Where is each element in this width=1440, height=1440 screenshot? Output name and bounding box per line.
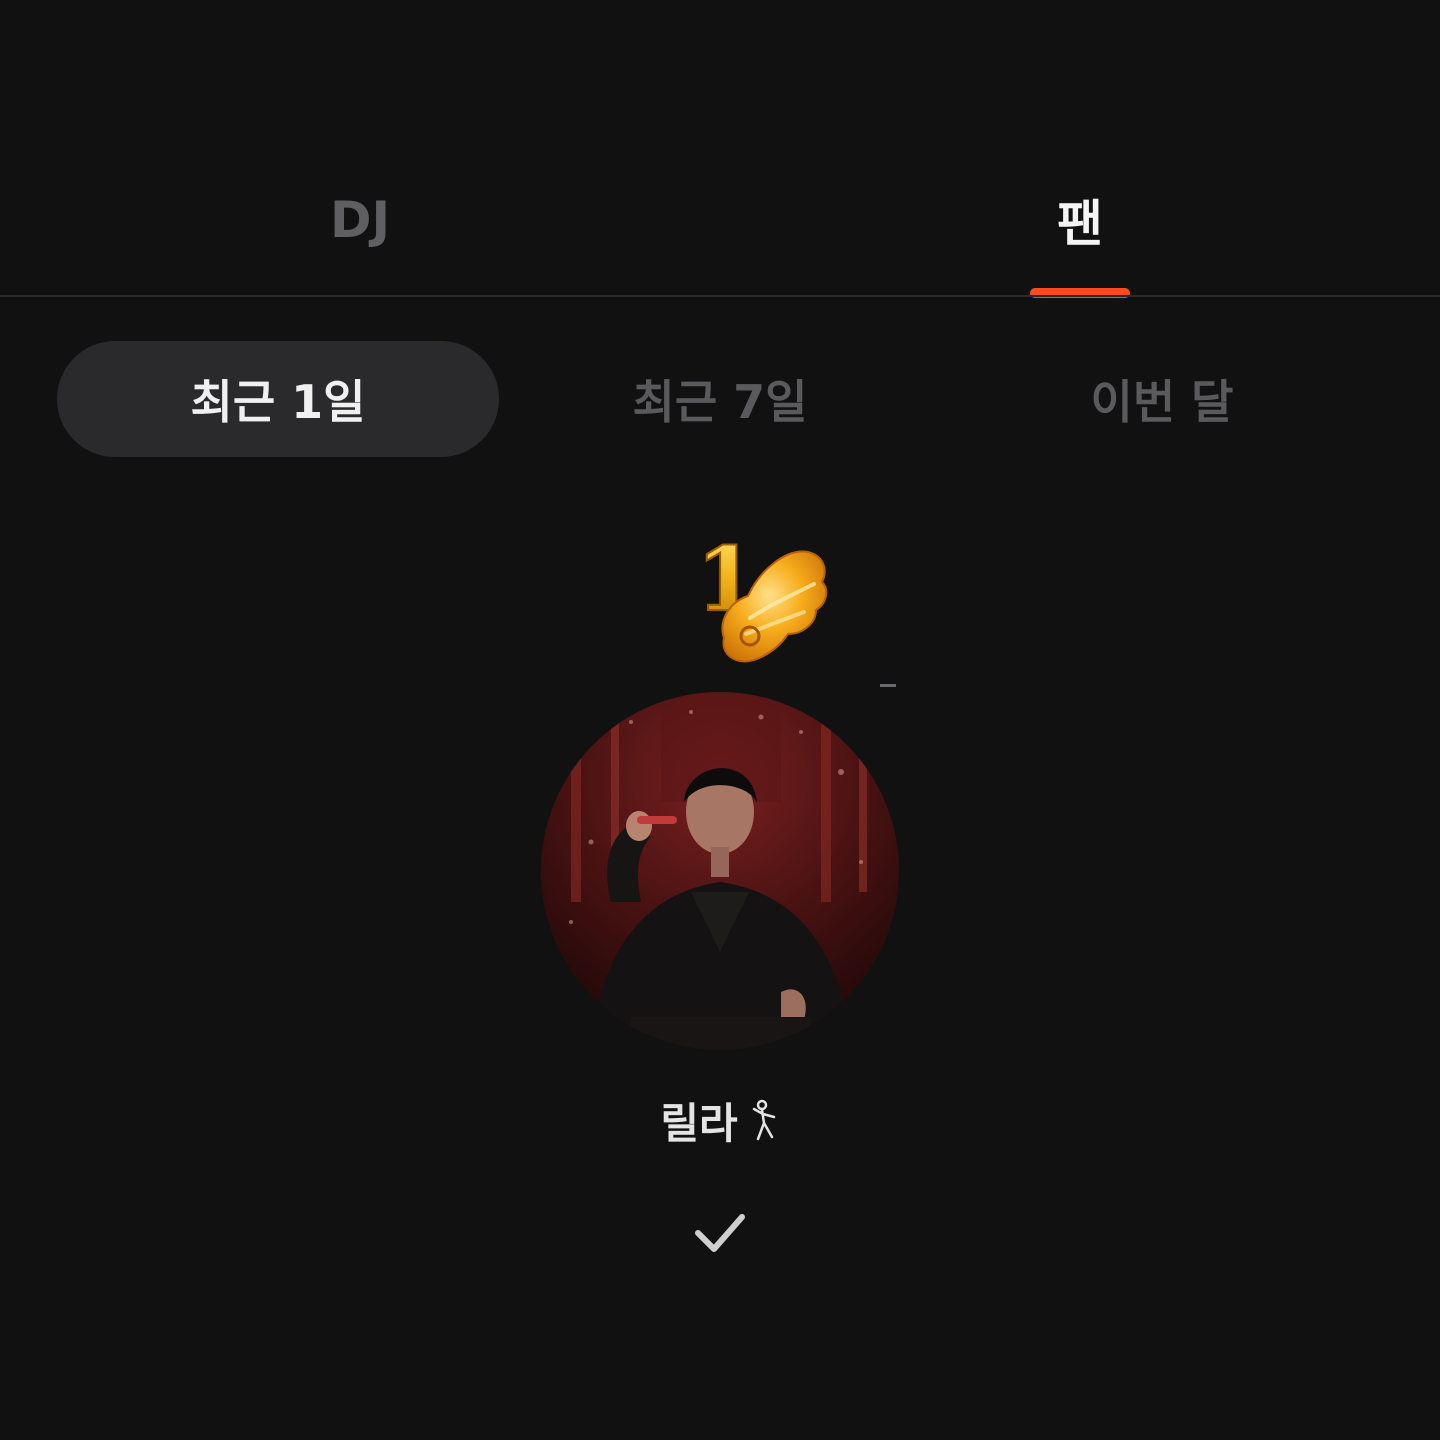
period-tab-this-month[interactable]: 이번 달 <box>941 341 1383 457</box>
dancing-figure-icon <box>752 1099 775 1140</box>
period-tab-7-days-label: 최근 7일 <box>632 375 808 429</box>
period-tab-1-day-label: 최근 1일 <box>190 375 366 429</box>
tabs-divider <box>0 295 1440 297</box>
tab-fan[interactable]: 팬 <box>720 150 1440 298</box>
gold-wing-rank-1-icon: 1 <box>695 530 828 663</box>
tab-fan-label: 팬 <box>1057 195 1103 253</box>
tab-dj-label: DJ <box>329 191 391 249</box>
checkmark-icon[interactable] <box>690 1205 750 1260</box>
decorative-dash <box>880 684 896 687</box>
fan-nickname-row: 릴라 <box>0 1090 1440 1151</box>
period-tab-this-month-label: 이번 달 <box>1090 375 1234 429</box>
period-tab-7-days[interactable]: 최근 7일 <box>499 341 941 457</box>
tab-dj[interactable]: DJ <box>0 150 720 298</box>
period-tab-1-day[interactable]: 최근 1일 <box>57 341 499 457</box>
period-filter: 최근 1일 최근 7일 이번 달 <box>57 341 1383 457</box>
avatar[interactable] <box>541 692 899 1050</box>
ranking-screen: DJ 팬 최근 1일 최근 7일 이번 달 1 릴라 <box>0 0 1440 1440</box>
main-tabs: DJ 팬 <box>0 150 1440 298</box>
avatar-image <box>541 692 899 1050</box>
fan-nickname: 릴라 <box>660 1099 738 1148</box>
